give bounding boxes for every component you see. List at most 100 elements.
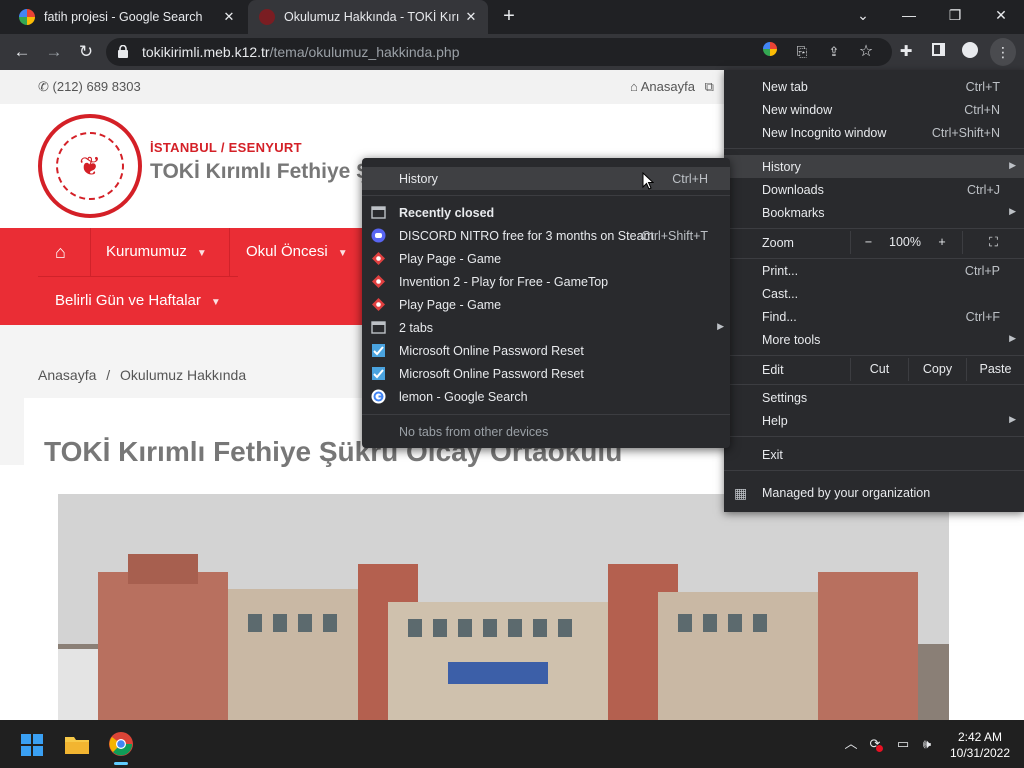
menu-label: Settings [762, 391, 808, 405]
mouse-cursor-icon [642, 171, 655, 190]
side-panel-icon[interactable] [928, 42, 948, 62]
breadcrumb-separator: / [106, 367, 111, 383]
menu-settings[interactable]: Settings [724, 386, 1024, 409]
chevron-down-icon: ▼ [210, 297, 221, 308]
nav-kurumumuz[interactable]: Kurumumuz ▼ [106, 243, 207, 260]
menu-exit[interactable]: Exit [724, 443, 1024, 466]
menu-label: No tabs from other devices [399, 425, 549, 439]
error-dot-icon [876, 745, 883, 752]
menu-label: Recently closed [399, 206, 495, 220]
history-item-history[interactable]: History Ctrl+H [362, 167, 730, 190]
close-tab-icon[interactable]: ✕ [460, 9, 482, 25]
file-explorer-icon[interactable] [64, 733, 90, 755]
window-icon [371, 320, 386, 335]
close-window-button[interactable]: ✕ [978, 0, 1024, 30]
chrome-taskbar-icon[interactable] [108, 731, 134, 757]
windows-start-icon[interactable] [20, 733, 44, 757]
menu-label: Managed by your organization [762, 486, 931, 500]
breadcrumb: Anasayfa / Okulumuz Hakkında [38, 367, 246, 383]
logo-emblem-icon: ❦ [79, 151, 101, 181]
chrome-main-menu: New tab Ctrl+T New window Ctrl+N New Incog… [724, 70, 1024, 512]
history-item[interactable]: Invention 2 - Play for Free - GameTop [362, 270, 730, 293]
menu-print[interactable]: Print... Ctrl+P [724, 259, 1024, 282]
chevron-up-icon[interactable]: ︿ [842, 735, 860, 753]
menu-managed-by-org[interactable]: ▦ Managed by your organization [724, 481, 1024, 504]
menu-divider [724, 148, 1024, 149]
submenu-arrow-icon: ▶ [1009, 333, 1016, 343]
forward-arrow-icon[interactable]: → [42, 40, 66, 64]
new-tab-button[interactable]: + [498, 5, 520, 27]
city-label: İSTANBUL / ESENYURT [150, 140, 302, 155]
nav-label: Okul Öncesi [246, 243, 328, 260]
history-item[interactable]: Microsoft Online Password Reset [362, 339, 730, 362]
tab-okulumuz-hakkinda[interactable]: Okulumuz Hakkında - TOKİ Kırımlı ✕ [248, 0, 488, 34]
chrome-menu-icon[interactable]: ⋮ [990, 38, 1016, 66]
menu-label: New Incognito window [762, 126, 887, 140]
paste-button[interactable]: Paste [966, 358, 1024, 381]
game-icon [371, 251, 386, 266]
breadcrumb-home[interactable]: Anasayfa [38, 367, 96, 383]
menu-label: New window [762, 103, 833, 117]
history-item[interactable]: DISCORD NITRO free for 3 months on Steam… [362, 224, 730, 247]
site-favicon-icon [259, 9, 275, 25]
history-item-2-tabs[interactable]: 2 tabs ▶ [362, 316, 730, 339]
tab-title: fatih projesi - Google Search [44, 10, 203, 24]
menu-more-tools[interactable]: More tools ▶ [724, 328, 1024, 351]
menu-divider [724, 384, 1024, 385]
menu-bookmarks[interactable]: Bookmarks ▶ [724, 201, 1024, 224]
chevron-down-icon: ▼ [337, 248, 348, 259]
url-text[interactable]: tokikirimli.meb.k12.tr/tema/okulumuz_hak… [142, 44, 460, 60]
menu-new-incognito-window[interactable]: New Incognito window Ctrl+Shift+N [724, 121, 1024, 144]
back-arrow-icon[interactable]: ← [10, 40, 34, 64]
meb-logo[interactable]: ❦ [38, 114, 142, 218]
copy-button[interactable]: Copy [908, 358, 966, 381]
menu-shortcut: Ctrl+Shift+T [641, 229, 708, 243]
reload-icon[interactable]: ↻ [74, 40, 98, 64]
submenu-arrow-icon: ▶ [717, 321, 724, 331]
volume-icon[interactable]: 🕪 [918, 735, 936, 753]
tab-search-icon[interactable]: ⌄ [840, 0, 886, 30]
menu-label: Microsoft Online Password Reset [399, 344, 584, 358]
taskbar-clock[interactable]: 2:42 AM 10/31/2022 [944, 729, 1016, 761]
google-lens-icon[interactable] [760, 42, 780, 62]
menu-help[interactable]: Help ▶ [724, 409, 1024, 432]
google-icon [371, 389, 386, 404]
menu-divider [362, 414, 730, 415]
menu-history[interactable]: History ▶ [724, 155, 1024, 178]
url-host: tokikirimli.meb.k12.tr [142, 44, 270, 60]
clock-date: 10/31/2022 [949, 746, 1011, 760]
microsoft-icon [371, 366, 386, 381]
menu-new-window[interactable]: New window Ctrl+N [724, 98, 1024, 121]
restore-button[interactable]: ❐ [932, 0, 978, 30]
nav-home-icon[interactable]: ⌂ [55, 242, 66, 263]
zoom-out-button[interactable]: − [850, 231, 886, 254]
close-tab-icon[interactable]: ✕ [218, 9, 240, 25]
history-item[interactable]: Play Page - Game [362, 247, 730, 270]
share-icon[interactable]: ⇪ [824, 42, 844, 62]
fullscreen-icon[interactable]: ⛶ [962, 231, 1024, 254]
history-item[interactable]: Play Page - Game [362, 293, 730, 316]
minimize-button[interactable]: — [886, 0, 932, 30]
tab-google-search[interactable]: fatih projesi - Google Search ✕ [8, 0, 246, 34]
menu-find[interactable]: Find... Ctrl+F [724, 305, 1024, 328]
menu-label: History [399, 172, 438, 186]
history-item[interactable]: Microsoft Online Password Reset [362, 362, 730, 385]
menu-label: New tab [762, 80, 808, 94]
extensions-icon[interactable]: ✚ [896, 42, 916, 62]
lock-icon[interactable] [118, 44, 128, 58]
cut-button[interactable]: Cut [850, 358, 908, 381]
menu-cast[interactable]: Cast... [724, 282, 1024, 305]
translate-icon[interactable]: ⎘ [792, 42, 812, 62]
menu-label: Invention 2 - Play for Free - GameTop [399, 275, 609, 289]
history-item[interactable]: lemon - Google Search [362, 385, 730, 408]
menu-new-tab[interactable]: New tab Ctrl+T [724, 75, 1024, 98]
window-icon [371, 205, 386, 220]
network-icon[interactable]: ▭ [894, 735, 912, 753]
bookmark-star-icon[interactable]: ☆ [856, 42, 876, 62]
menu-downloads[interactable]: Downloads Ctrl+J [724, 178, 1024, 201]
home-link[interactable]: ⌂ Anasayfa ⧉ [630, 79, 714, 95]
zoom-in-button[interactable]: + [924, 231, 960, 254]
profile-icon[interactable] [960, 42, 980, 62]
nav-okul-oncesi[interactable]: Okul Öncesi ▼ [246, 243, 348, 260]
nav-belirli-gun[interactable]: Belirli Gün ve Haftalar ▼ [55, 292, 221, 309]
